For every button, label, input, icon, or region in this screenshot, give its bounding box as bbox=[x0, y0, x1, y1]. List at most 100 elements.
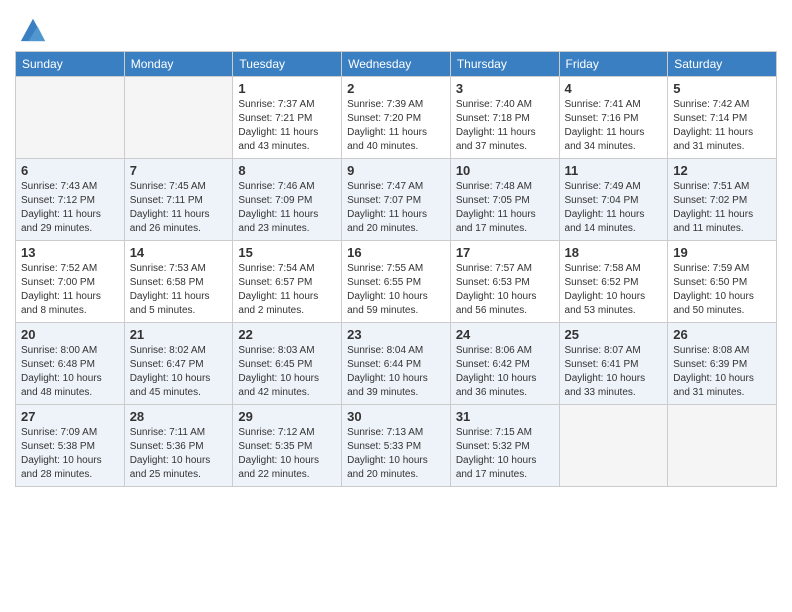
day-info: Sunrise: 7:13 AM Sunset: 5:33 PM Dayligh… bbox=[347, 426, 445, 482]
calendar-header: SundayMondayTuesdayWednesdayThursdayFrid… bbox=[16, 52, 777, 77]
calendar-cell: 21 Sunrise: 8:02 AM Sunset: 6:47 PM Dayli… bbox=[124, 323, 233, 405]
calendar-cell bbox=[668, 405, 777, 487]
day-number: 30 bbox=[347, 409, 445, 424]
col-header-tuesday: Tuesday bbox=[233, 52, 342, 77]
calendar-cell: 13 Sunrise: 7:52 AM Sunset: 7:00 PM Dayli… bbox=[16, 241, 125, 323]
day-info: Sunrise: 8:03 AM Sunset: 6:45 PM Dayligh… bbox=[238, 344, 336, 400]
col-header-saturday: Saturday bbox=[668, 52, 777, 77]
calendar-cell: 1Sunrise: 7:37 AM Sunset: 7:21 PM Daylig… bbox=[233, 77, 342, 159]
calendar-cell: 22 Sunrise: 8:03 AM Sunset: 6:45 PM Dayli… bbox=[233, 323, 342, 405]
calendar-cell: 8 Sunrise: 7:46 AM Sunset: 7:09 PM Daylig… bbox=[233, 159, 342, 241]
day-number: 27 bbox=[21, 409, 119, 424]
calendar-cell: 12 Sunrise: 7:51 AM Sunset: 7:02 PM Dayli… bbox=[668, 159, 777, 241]
day-info: Sunrise: 7:43 AM Sunset: 7:12 PM Dayligh… bbox=[21, 180, 119, 236]
col-header-wednesday: Wednesday bbox=[342, 52, 451, 77]
day-info: Sunrise: 7:12 AM Sunset: 5:35 PM Dayligh… bbox=[238, 426, 336, 482]
calendar-cell bbox=[559, 405, 668, 487]
header-row: SundayMondayTuesdayWednesdayThursdayFrid… bbox=[16, 52, 777, 77]
calendar-cell: 3 Sunrise: 7:40 AM Sunset: 7:18 PM Daylig… bbox=[450, 77, 559, 159]
day-info: Sunrise: 8:02 AM Sunset: 6:47 PM Dayligh… bbox=[130, 344, 228, 400]
week-row-1: 1Sunrise: 7:37 AM Sunset: 7:21 PM Daylig… bbox=[16, 77, 777, 159]
day-number: 12 bbox=[673, 163, 771, 178]
calendar-body: 1Sunrise: 7:37 AM Sunset: 7:21 PM Daylig… bbox=[16, 77, 777, 487]
day-info: Sunrise: 7:58 AM Sunset: 6:52 PM Dayligh… bbox=[565, 262, 663, 318]
page: SundayMondayTuesdayWednesdayThursdayFrid… bbox=[0, 0, 792, 502]
day-info: Sunrise: 7:41 AM Sunset: 7:16 PM Dayligh… bbox=[565, 98, 663, 154]
day-info: Sunrise: 8:00 AM Sunset: 6:48 PM Dayligh… bbox=[21, 344, 119, 400]
day-number: 14 bbox=[130, 245, 228, 260]
day-info: Sunrise: 7:15 AM Sunset: 5:32 PM Dayligh… bbox=[456, 426, 554, 482]
day-number: 19 bbox=[673, 245, 771, 260]
day-number: 10 bbox=[456, 163, 554, 178]
day-number: 4 bbox=[565, 81, 663, 96]
day-info: Sunrise: 7:45 AM Sunset: 7:11 PM Dayligh… bbox=[130, 180, 228, 236]
day-info: Sunrise: 7:52 AM Sunset: 7:00 PM Dayligh… bbox=[21, 262, 119, 318]
day-info: Sunrise: 7:59 AM Sunset: 6:50 PM Dayligh… bbox=[673, 262, 771, 318]
day-number: 20 bbox=[21, 327, 119, 342]
day-info: Sunrise: 7:48 AM Sunset: 7:05 PM Dayligh… bbox=[456, 180, 554, 236]
day-number: 23 bbox=[347, 327, 445, 342]
calendar-cell: 29 Sunrise: 7:12 AM Sunset: 5:35 PM Dayli… bbox=[233, 405, 342, 487]
calendar-cell: 9Sunrise: 7:47 AM Sunset: 7:07 PM Daylig… bbox=[342, 159, 451, 241]
calendar-cell: 28 Sunrise: 7:11 AM Sunset: 5:36 PM Dayli… bbox=[124, 405, 233, 487]
week-row-5: 27 Sunrise: 7:09 AM Sunset: 5:38 PM Dayli… bbox=[16, 405, 777, 487]
day-info: Sunrise: 7:40 AM Sunset: 7:18 PM Dayligh… bbox=[456, 98, 554, 154]
day-number: 18 bbox=[565, 245, 663, 260]
logo-icon bbox=[19, 15, 47, 43]
calendar-cell: 26 Sunrise: 8:08 AM Sunset: 6:39 PM Dayli… bbox=[668, 323, 777, 405]
calendar-cell: 30 Sunrise: 7:13 AM Sunset: 5:33 PM Dayli… bbox=[342, 405, 451, 487]
day-number: 28 bbox=[130, 409, 228, 424]
col-header-friday: Friday bbox=[559, 52, 668, 77]
day-number: 31 bbox=[456, 409, 554, 424]
day-info: Sunrise: 7:54 AM Sunset: 6:57 PM Dayligh… bbox=[238, 262, 336, 318]
calendar-cell: 4 Sunrise: 7:41 AM Sunset: 7:16 PM Daylig… bbox=[559, 77, 668, 159]
day-info: Sunrise: 7:39 AM Sunset: 7:20 PM Dayligh… bbox=[347, 98, 445, 154]
day-number: 3 bbox=[456, 81, 554, 96]
day-info: Sunrise: 7:51 AM Sunset: 7:02 PM Dayligh… bbox=[673, 180, 771, 236]
day-number: 22 bbox=[238, 327, 336, 342]
day-info: Sunrise: 8:04 AM Sunset: 6:44 PM Dayligh… bbox=[347, 344, 445, 400]
day-info: Sunrise: 7:55 AM Sunset: 6:55 PM Dayligh… bbox=[347, 262, 445, 318]
calendar-cell: 20 Sunrise: 8:00 AM Sunset: 6:48 PM Dayli… bbox=[16, 323, 125, 405]
day-number: 6 bbox=[21, 163, 119, 178]
day-info: Sunrise: 8:08 AM Sunset: 6:39 PM Dayligh… bbox=[673, 344, 771, 400]
week-row-2: 6 Sunrise: 7:43 AM Sunset: 7:12 PM Daylig… bbox=[16, 159, 777, 241]
day-number: 16 bbox=[347, 245, 445, 260]
day-number: 25 bbox=[565, 327, 663, 342]
day-info: Sunrise: 7:11 AM Sunset: 5:36 PM Dayligh… bbox=[130, 426, 228, 482]
day-number: 21 bbox=[130, 327, 228, 342]
day-info: Sunrise: 7:09 AM Sunset: 5:38 PM Dayligh… bbox=[21, 426, 119, 482]
day-number: 17 bbox=[456, 245, 554, 260]
day-number: 2 bbox=[347, 81, 445, 96]
calendar-cell: 19 Sunrise: 7:59 AM Sunset: 6:50 PM Dayli… bbox=[668, 241, 777, 323]
day-number: 5 bbox=[673, 81, 771, 96]
col-header-monday: Monday bbox=[124, 52, 233, 77]
day-number: 7 bbox=[130, 163, 228, 178]
calendar-cell: 2 Sunrise: 7:39 AM Sunset: 7:20 PM Daylig… bbox=[342, 77, 451, 159]
calendar-cell: 18 Sunrise: 7:58 AM Sunset: 6:52 PM Dayli… bbox=[559, 241, 668, 323]
calendar-cell: 24Sunrise: 8:06 AM Sunset: 6:42 PM Dayli… bbox=[450, 323, 559, 405]
day-info: Sunrise: 7:46 AM Sunset: 7:09 PM Dayligh… bbox=[238, 180, 336, 236]
col-header-thursday: Thursday bbox=[450, 52, 559, 77]
day-number: 26 bbox=[673, 327, 771, 342]
logo bbox=[15, 15, 47, 43]
calendar-cell: 5 Sunrise: 7:42 AM Sunset: 7:14 PM Daylig… bbox=[668, 77, 777, 159]
day-info: Sunrise: 7:42 AM Sunset: 7:14 PM Dayligh… bbox=[673, 98, 771, 154]
day-info: Sunrise: 7:53 AM Sunset: 6:58 PM Dayligh… bbox=[130, 262, 228, 318]
calendar-cell: 7 Sunrise: 7:45 AM Sunset: 7:11 PM Daylig… bbox=[124, 159, 233, 241]
header bbox=[15, 10, 777, 43]
calendar: SundayMondayTuesdayWednesdayThursdayFrid… bbox=[15, 51, 777, 487]
day-number: 8 bbox=[238, 163, 336, 178]
day-number: 15 bbox=[238, 245, 336, 260]
calendar-cell: 17Sunrise: 7:57 AM Sunset: 6:53 PM Dayli… bbox=[450, 241, 559, 323]
day-number: 9 bbox=[347, 163, 445, 178]
day-number: 24 bbox=[456, 327, 554, 342]
day-info: Sunrise: 8:07 AM Sunset: 6:41 PM Dayligh… bbox=[565, 344, 663, 400]
calendar-cell: 14 Sunrise: 7:53 AM Sunset: 6:58 PM Dayli… bbox=[124, 241, 233, 323]
week-row-3: 13 Sunrise: 7:52 AM Sunset: 7:00 PM Dayli… bbox=[16, 241, 777, 323]
day-number: 13 bbox=[21, 245, 119, 260]
calendar-cell: 11Sunrise: 7:49 AM Sunset: 7:04 PM Dayli… bbox=[559, 159, 668, 241]
calendar-cell bbox=[16, 77, 125, 159]
calendar-cell: 27 Sunrise: 7:09 AM Sunset: 5:38 PM Dayli… bbox=[16, 405, 125, 487]
day-number: 29 bbox=[238, 409, 336, 424]
